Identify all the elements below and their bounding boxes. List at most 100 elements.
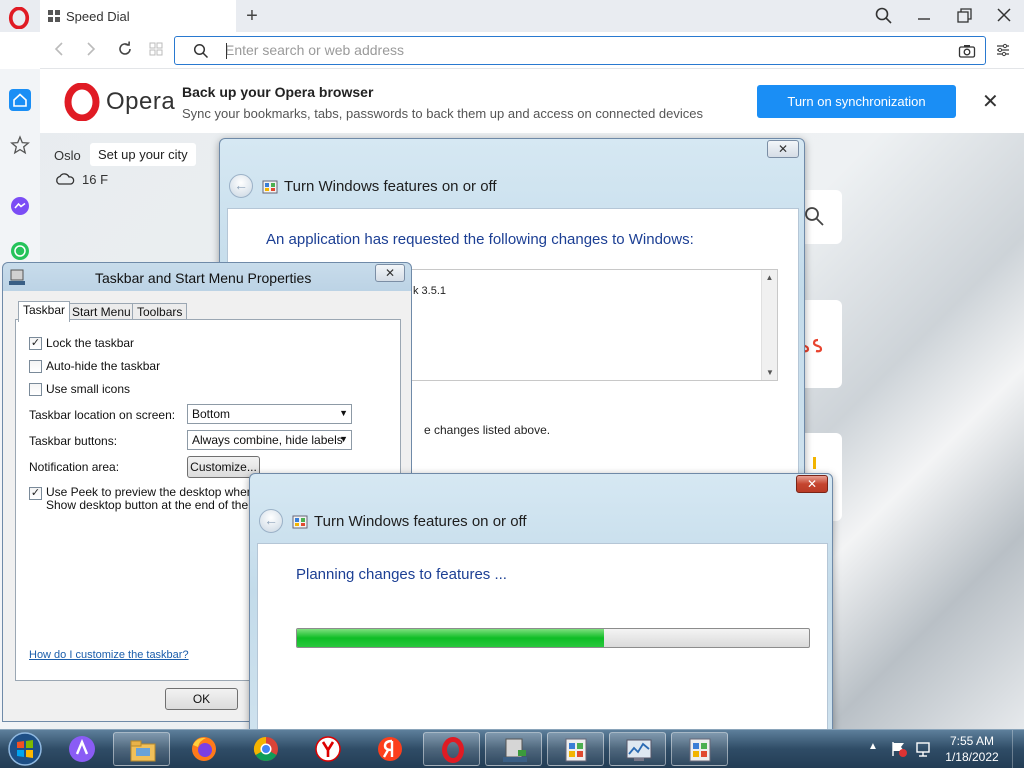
address-input-container[interactable] <box>174 36 986 65</box>
dialog1-close-button[interactable]: ✕ <box>767 140 799 158</box>
camera-icon[interactable] <box>958 43 976 59</box>
home-icon[interactable] <box>9 89 31 111</box>
back-arrow-icon[interactable]: ← <box>229 174 253 198</box>
small-icons-option[interactable]: Use small icons <box>29 382 130 396</box>
start-button-icon[interactable] <box>5 731 45 767</box>
peek-label-line2: Show desktop button at the end of the ta… <box>46 498 268 512</box>
taskbar-buttons-label: Taskbar buttons: <box>29 434 118 448</box>
forward-icon[interactable] <box>84 40 98 58</box>
taskbar-chrome-button[interactable] <box>237 732 294 766</box>
taskbar-buttons-select[interactable]: Always combine, hide labels <box>187 430 352 450</box>
yandex-browser-icon <box>315 736 341 762</box>
taskbar-properties-window-button[interactable] <box>485 732 542 766</box>
browser-tab-bar: Speed Dial + <box>0 0 1024 32</box>
search-icon <box>805 207 824 226</box>
show-desktop-button[interactable] <box>1012 730 1024 768</box>
chrome-icon <box>253 737 278 762</box>
lock-taskbar-option[interactable]: ✓ Lock the taskbar <box>29 336 134 350</box>
opera-logo-icon <box>64 83 100 121</box>
taskbar-alice-button[interactable] <box>53 732 110 766</box>
speed-dial-icon[interactable] <box>148 40 164 58</box>
setup-city-tooltip[interactable]: Set up your city <box>90 143 196 166</box>
scroll-up-icon[interactable]: ▲ <box>762 273 777 282</box>
address-bar-row <box>40 32 1024 69</box>
taskbar-explorer-button[interactable] <box>113 732 170 766</box>
taskbar-features-window-button[interactable] <box>547 732 604 766</box>
auto-hide-option[interactable]: Auto-hide the taskbar <box>29 359 160 373</box>
taskbar-firefox-button[interactable] <box>175 732 232 766</box>
clock-time[interactable]: 7:55 AM <box>940 734 1004 748</box>
small-icons-checkbox[interactable] <box>29 383 42 396</box>
tab-title: Speed Dial <box>66 8 130 24</box>
auto-hide-label: Auto-hide the taskbar <box>46 359 161 373</box>
text-caret <box>226 43 227 59</box>
taskbar-features-window-2-button[interactable] <box>671 732 728 766</box>
firefox-icon <box>192 737 216 761</box>
list-scrollbar[interactable]: ▲ ▼ <box>761 270 777 380</box>
aliexpress-logo <box>800 338 823 353</box>
taskbar-yandex-browser-button[interactable] <box>299 732 356 766</box>
alice-assistant-icon <box>69 736 95 762</box>
yellow-logo-fragment <box>813 457 816 469</box>
tab-taskbar[interactable]: Taskbar <box>18 301 71 322</box>
sync-banner: Opera Back up your Opera browser Sync yo… <box>40 69 1024 133</box>
peek-label: Use Peek to preview the desktop when you… <box>46 486 276 512</box>
taskbar-properties-title: Taskbar and Start Menu Properties <box>95 270 312 286</box>
show-hidden-icons-button[interactable]: ▲ <box>868 741 878 752</box>
new-tab-button[interactable]: + <box>244 5 260 28</box>
back-icon[interactable] <box>52 40 66 58</box>
reload-icon[interactable] <box>116 40 134 58</box>
windows-features-icon <box>689 738 711 762</box>
taskbar-properties-icon <box>503 738 527 762</box>
bookmarks-star-icon[interactable] <box>9 134 31 156</box>
windows-features-icon <box>262 180 278 194</box>
address-input[interactable] <box>225 42 925 58</box>
dialog2-close-button[interactable]: ✕ <box>796 475 828 493</box>
peek-option[interactable]: ✓ Use Peek to preview the desktop when y… <box>29 486 276 512</box>
taskbar-location-label: Taskbar location on screen: <box>29 408 176 422</box>
taskbar-location-select[interactable]: Bottom <box>187 404 352 424</box>
search-icon <box>193 43 209 59</box>
action-center-flag-icon[interactable] <box>890 740 908 758</box>
dialog2-title: Turn Windows features on or off <box>314 513 527 530</box>
scroll-down-icon[interactable]: ▼ <box>762 368 778 377</box>
peek-checkbox[interactable]: ✓ <box>29 487 42 500</box>
windows-features-icon <box>565 738 587 762</box>
sync-description: Sync your bookmarks, tabs, passwords to … <box>182 106 703 121</box>
dialog1-footer-text: e changes listed above. <box>424 423 551 437</box>
restore-icon[interactable] <box>953 6 975 26</box>
ok-button[interactable]: OK <box>165 688 238 710</box>
tab-search-icon[interactable] <box>873 6 895 26</box>
taskbar-opera-button[interactable] <box>423 732 480 766</box>
windows-taskbar: ▲ 7:55 AM 1/18/2022 <box>0 729 1024 768</box>
network-icon[interactable] <box>914 740 932 758</box>
lock-taskbar-checkbox[interactable]: ✓ <box>29 337 42 350</box>
close-window-icon[interactable] <box>993 6 1015 26</box>
yandex-icon <box>378 737 402 761</box>
sync-banner-close-button[interactable]: ✕ <box>982 89 999 114</box>
auto-hide-checkbox[interactable] <box>29 360 42 373</box>
taskbar-yandex-button[interactable] <box>361 732 418 766</box>
opera-icon <box>442 737 464 763</box>
windows-features-progress-dialog: ✕ ← Turn Windows features on or off Plan… <box>249 473 833 735</box>
weather-temperature-row: 16 F <box>54 171 108 187</box>
clock-date[interactable]: 1/18/2022 <box>940 750 1004 764</box>
notification-area-label: Notification area: <box>29 460 120 474</box>
easy-setup-icon[interactable] <box>995 42 1011 58</box>
requested-change-item: k 3.5.1 <box>413 285 447 297</box>
turn-on-sync-button[interactable]: Turn on synchronization <box>757 85 956 118</box>
whatsapp-icon[interactable] <box>9 240 31 262</box>
dialog1-heading: An application has requested the followi… <box>266 231 694 248</box>
minimize-icon[interactable] <box>913 6 935 26</box>
customize-taskbar-help-link[interactable]: How do I customize the taskbar? <box>29 649 189 661</box>
opera-menu-icon[interactable] <box>8 7 30 29</box>
messenger-icon[interactable] <box>9 195 31 217</box>
cloudy-weather-icon <box>56 173 75 185</box>
dialog2-content: Planning changes to features ... <box>257 543 828 733</box>
opera-wordmark: Opera <box>106 88 176 115</box>
back-arrow-icon[interactable]: ← <box>259 509 283 533</box>
tab-speed-dial[interactable]: Speed Dial <box>40 0 236 32</box>
taskbar-performance-button[interactable] <box>609 732 666 766</box>
file-explorer-icon <box>130 740 156 762</box>
taskbar-properties-close-button[interactable]: ✕ <box>375 264 405 282</box>
